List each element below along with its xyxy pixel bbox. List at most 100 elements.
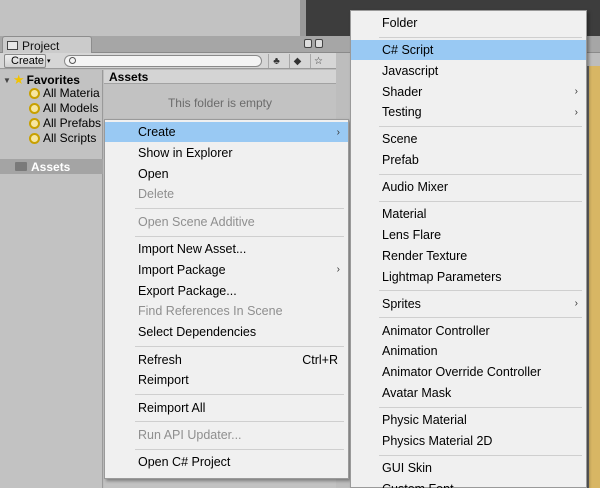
menu-item-custom-font[interactable]: Custom Font (351, 479, 586, 488)
menu-item-label: Render Texture (382, 248, 468, 263)
menu-item-label: Refresh (138, 352, 182, 367)
menu-item-label: Import New Asset... (138, 242, 247, 256)
menu-item-label: Open (138, 166, 169, 181)
expand-triangle-icon[interactable]: ▼ (3, 76, 11, 85)
create-dropdown-button[interactable]: Create ▾ (4, 54, 51, 68)
menu-item-import-new-asset[interactable]: Import New Asset... (105, 239, 348, 259)
menu-item-render-texture[interactable]: Render Texture (351, 246, 586, 266)
menu-item-label: Lightmap Parameters (382, 269, 502, 284)
search-input[interactable] (64, 55, 262, 67)
menu-item-lens-flare[interactable]: Lens Flare (351, 225, 586, 245)
project-window-icon (7, 41, 18, 50)
favorite-item-label: All Models (43, 101, 99, 115)
menu-item-prefab[interactable]: Prefab (351, 150, 586, 170)
menu-item-folder[interactable]: Folder (351, 13, 586, 33)
menu-item-label: Shader (382, 84, 423, 99)
menu-item-sprites[interactable]: Sprites › (351, 294, 586, 314)
saved-search-icon (29, 117, 40, 129)
menu-item-animation[interactable]: Animation (351, 341, 586, 361)
menu-item-gui-skin[interactable]: GUI Skin (351, 458, 586, 478)
menu-item-c-script[interactable]: C# Script (351, 40, 586, 60)
menu-item-testing[interactable]: Testing › (351, 102, 586, 122)
menu-item-audio-mixer[interactable]: Audio Mixer (351, 177, 586, 197)
menu-shortcut: Ctrl+R (302, 352, 338, 367)
menu-item-label: Reimport (138, 373, 189, 388)
menu-separator (379, 36, 582, 38)
menu-separator (135, 448, 344, 450)
menu-item-label: Scene (382, 132, 418, 147)
create-submenu: Folder C# Script Javascript Shader › Testing ›… (350, 10, 587, 488)
menu-item-label: C# Script (382, 43, 434, 57)
menu-item-label: Select Dependencies (138, 325, 257, 340)
menu-item-find-references-in-scene: Find References In Scene (105, 301, 348, 321)
inspector-edge-highlight (589, 66, 600, 488)
submenu-arrow-icon: › (574, 86, 578, 98)
submenu-arrow-icon: › (574, 298, 578, 310)
menu-item-label: Sprites (382, 296, 421, 311)
menu-separator (379, 174, 582, 175)
favorite-item[interactable]: All Scripts (29, 131, 96, 145)
tab-project-label: Project (22, 38, 60, 53)
menu-separator (135, 208, 344, 210)
menu-item-label: Physic Material (382, 413, 467, 427)
menu-item-refresh[interactable]: Refresh Ctrl+R (105, 350, 348, 370)
menu-item-select-dependencies[interactable]: Select Dependencies (105, 322, 348, 342)
menu-item-run-api-updater: Run API Updater... (105, 425, 348, 445)
menu-item-shader[interactable]: Shader › (351, 82, 586, 102)
menu-item-reimport-all[interactable]: Reimport All (105, 398, 348, 418)
menu-item-label: Open C# Project (138, 455, 231, 470)
menu-item-create[interactable]: Create › (105, 122, 348, 142)
favorite-item[interactable]: All Materia (29, 86, 100, 100)
folder-icon (15, 162, 27, 171)
menu-item-avatar-mask[interactable]: Avatar Mask (351, 383, 586, 403)
menu-item-material[interactable]: Material (351, 204, 586, 224)
menu-item-animator-controller[interactable]: Animator Controller (351, 321, 586, 341)
menu-item-open[interactable]: Open (105, 164, 348, 184)
menu-item-show-in-explorer[interactable]: Show in Explorer (105, 143, 348, 163)
menu-item-animator-override-controller[interactable]: Animator Override Controller (351, 362, 586, 382)
menu-item-lightmap-parameters[interactable]: Lightmap Parameters (351, 267, 586, 287)
dropdown-arrow-icon: ▾ (47, 58, 51, 65)
menu-item-label: Animator Override Controller (382, 365, 542, 380)
menu-item-label: Import Package (138, 262, 226, 277)
menu-item-export-package[interactable]: Export Package... (105, 281, 348, 301)
favorite-item[interactable]: All Models (29, 101, 98, 115)
menu-item-physics-material-2d[interactable]: Physics Material 2D (351, 431, 586, 451)
search-by-label-icon[interactable]: ◆ (289, 54, 305, 68)
menu-separator (379, 406, 582, 408)
menu-item-label: Physics Material 2D (382, 433, 493, 448)
menu-item-javascript[interactable]: Javascript (351, 61, 586, 81)
menu-item-import-package[interactable]: Import Package › (105, 260, 348, 280)
submenu-arrow-icon: › (336, 126, 340, 138)
menu-item-label: Export Package... (138, 283, 237, 298)
menu-item-label: Animation (382, 344, 438, 359)
menu-item-label: Prefab (382, 153, 419, 168)
menu-item-open-c-project[interactable]: Open C# Project (105, 452, 348, 472)
search-by-type-icon[interactable]: ♣ (268, 54, 284, 68)
assets-breadcrumb[interactable]: Assets (104, 70, 336, 84)
menu-item-label: Show in Explorer (138, 145, 233, 160)
favorite-search-icon[interactable]: ☆ (310, 54, 326, 68)
favorites-label: Favorites (26, 73, 80, 87)
lock-icon[interactable] (304, 39, 312, 48)
search-icon (69, 57, 76, 64)
menu-item-label: Create (138, 125, 176, 139)
menu-item-physic-material[interactable]: Physic Material (351, 410, 586, 430)
favorite-item[interactable]: All Prefabs (29, 116, 101, 130)
menu-item-reimport[interactable]: Reimport (105, 370, 348, 390)
menu-item-label: Run API Updater... (138, 427, 242, 442)
menu-item-label: Delete (138, 187, 175, 202)
menu-separator (379, 201, 582, 202)
tree-item-assets[interactable]: Assets (0, 159, 103, 174)
menu-separator (379, 126, 582, 128)
tab-project[interactable]: Project (2, 36, 92, 54)
menu-item-delete: Delete (105, 184, 348, 204)
saved-search-icon (29, 87, 40, 99)
menu-separator (135, 394, 344, 396)
submenu-arrow-icon: › (574, 106, 578, 118)
saved-search-icon (29, 102, 40, 114)
menu-item-open-scene-additive: Open Scene Additive (105, 212, 348, 232)
menu-item-scene[interactable]: Scene (351, 129, 586, 149)
menu-separator (379, 290, 582, 292)
window-menu-icon[interactable] (315, 39, 323, 48)
